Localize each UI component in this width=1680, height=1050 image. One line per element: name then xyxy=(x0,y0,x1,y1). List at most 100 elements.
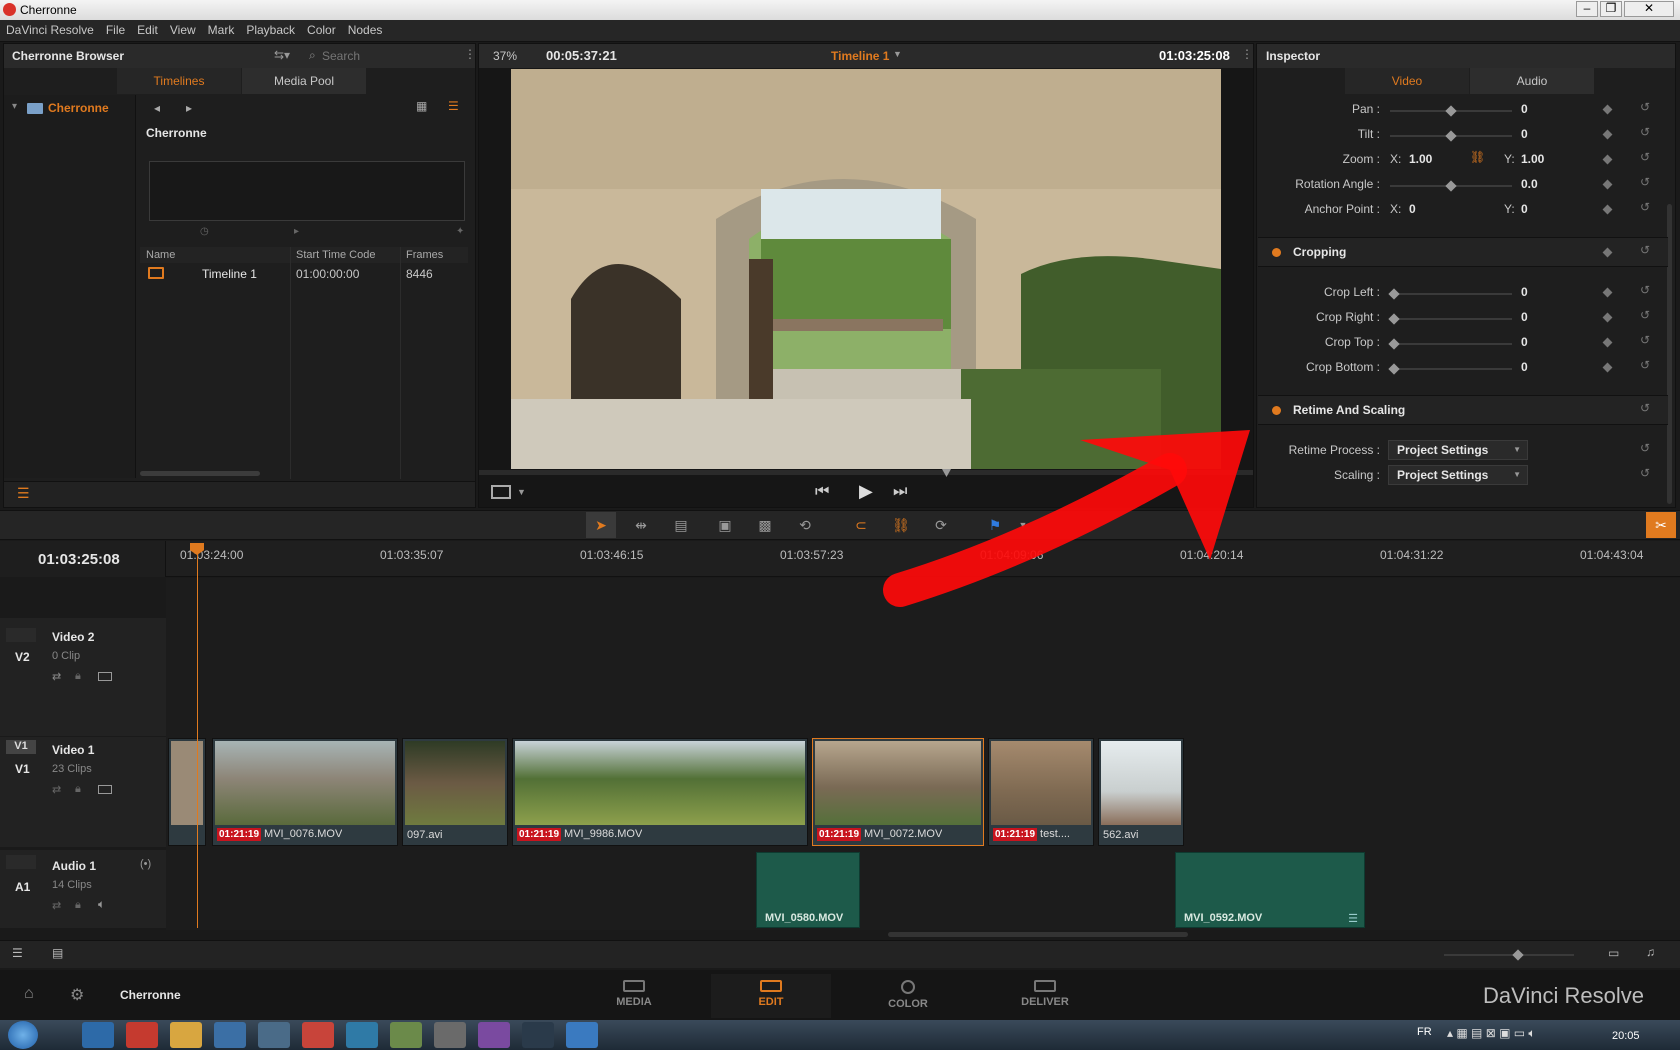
reset-icon[interactable]: ↺ xyxy=(1640,200,1650,214)
track-name-v1[interactable]: Video 1 xyxy=(52,743,94,757)
audio-clip[interactable]: MVI_0592.MOV ☰ xyxy=(1175,852,1365,928)
reset-icon[interactable]: ↺ xyxy=(1640,150,1650,164)
reset-icon[interactable]: ↺ xyxy=(1640,100,1650,114)
horizontal-scrollbar[interactable] xyxy=(140,471,260,476)
back-icon[interactable]: ◂ xyxy=(154,101,160,115)
menu-file[interactable]: File xyxy=(100,20,131,40)
track-name-a1[interactable]: Audio 1 xyxy=(52,859,96,873)
anchor-y-value[interactable]: 0 xyxy=(1521,202,1528,216)
reset-icon[interactable]: ↺ xyxy=(1640,333,1650,347)
audio-mode-icon[interactable]: (•) xyxy=(140,858,151,870)
timeline-list-icon[interactable]: ☰ xyxy=(12,946,23,960)
more-options-icon[interactable]: ⋮ xyxy=(1241,47,1253,61)
menu-mark[interactable]: Mark xyxy=(202,20,241,40)
crop-right-value[interactable]: 0 xyxy=(1521,310,1528,324)
page-edit-button[interactable]: EDIT xyxy=(711,974,831,1018)
taskbar-app-icon[interactable] xyxy=(478,1022,510,1048)
reset-icon[interactable]: ↺ xyxy=(1640,441,1650,455)
track-visibility-icon[interactable] xyxy=(98,785,112,794)
minimize-button[interactable]: – xyxy=(1576,1,1598,17)
clip-menu-icon[interactable]: ☰ xyxy=(1348,912,1358,925)
taskbar-app-icon[interactable] xyxy=(346,1022,378,1048)
taskbar-lightroom-icon[interactable] xyxy=(522,1022,554,1048)
page-color-button[interactable]: COLOR xyxy=(848,974,968,1018)
browser-search-input[interactable] xyxy=(322,47,462,65)
lock-icon[interactable]: 🔒︎ xyxy=(75,783,81,796)
zoom-x-value[interactable]: 1.00 xyxy=(1409,152,1432,166)
sort-icon[interactable]: ⇆▾ xyxy=(274,48,290,62)
menu-davinci[interactable]: DaVinci Resolve xyxy=(0,20,100,40)
gear-icon[interactable]: ⚙ xyxy=(70,985,84,1005)
crop-left-value[interactable]: 0 xyxy=(1521,285,1528,299)
taskbar-media-icon[interactable] xyxy=(214,1022,246,1048)
insert-icon[interactable]: ▣ xyxy=(715,517,735,533)
reset-icon[interactable]: ↺ xyxy=(1640,358,1650,372)
viewer-zoom[interactable]: 37% xyxy=(493,49,517,63)
menu-playback[interactable]: Playback xyxy=(240,20,301,40)
track-id-badge[interactable]: V1 xyxy=(6,740,36,754)
taskbar-resolve-icon[interactable] xyxy=(302,1022,334,1048)
timeline-h-scrollbar[interactable] xyxy=(888,932,1188,937)
section-enabled-icon[interactable] xyxy=(1272,248,1281,257)
chevron-down-icon[interactable]: ▼ xyxy=(893,49,902,59)
auto-select-icon[interactable]: ⇄ xyxy=(52,783,61,796)
crop-left-slider[interactable] xyxy=(1388,288,1512,300)
menu-nodes[interactable]: Nodes xyxy=(342,20,389,40)
link-icon[interactable]: ⛓ xyxy=(1470,150,1485,164)
home-icon[interactable]: ⌂ xyxy=(24,985,34,1003)
forward-icon[interactable]: ▸ xyxy=(186,101,192,115)
music-note-icon[interactable]: ♫ xyxy=(1646,945,1655,959)
list-toggle-icon[interactable]: ☰ xyxy=(17,485,30,502)
playhead-line[interactable] xyxy=(197,545,198,928)
page-media-button[interactable]: MEDIA xyxy=(574,974,694,1018)
scaling-select[interactable]: Project Settings ▼ xyxy=(1388,465,1528,485)
page-deliver-button[interactable]: DELIVER xyxy=(985,974,1105,1018)
tilt-value[interactable]: 0 xyxy=(1521,127,1528,141)
blade-icon[interactable]: ▤ xyxy=(671,517,691,533)
crop-top-slider[interactable] xyxy=(1388,338,1512,350)
trim-icon[interactable]: ⇹ xyxy=(631,517,651,533)
pan-value[interactable]: 0 xyxy=(1521,102,1528,116)
taskbar-app-icon[interactable] xyxy=(434,1022,466,1048)
tab-video[interactable]: Video xyxy=(1345,68,1469,94)
taskbar-language[interactable]: FR xyxy=(1417,1026,1432,1038)
video-clip[interactable]: 562.avi xyxy=(1098,738,1184,846)
chevron-down-icon[interactable]: ▾ xyxy=(12,101,17,112)
video-clip[interactable]: 01:21:19 MVI_0076.MOV xyxy=(212,738,398,846)
reset-icon[interactable]: ↺ xyxy=(1640,401,1650,415)
track-visibility-icon[interactable] xyxy=(98,672,112,681)
fit-icon[interactable] xyxy=(491,485,511,499)
start-button[interactable] xyxy=(8,1021,38,1049)
chevron-down-icon[interactable]: ▼ xyxy=(517,487,526,497)
crop-right-slider[interactable] xyxy=(1388,313,1512,325)
taskbar-explorer-icon[interactable] xyxy=(170,1022,202,1048)
reset-icon[interactable]: ↺ xyxy=(1640,283,1650,297)
maximize-button[interactable]: ❐ xyxy=(1600,1,1622,17)
timeline-selector[interactable]: Timeline 1 xyxy=(831,49,889,63)
crop-bottom-value[interactable]: 0 xyxy=(1521,360,1528,374)
grid-view-icon[interactable]: ▦ xyxy=(416,99,427,113)
crop-top-value[interactable]: 0 xyxy=(1521,335,1528,349)
reset-icon[interactable]: ↺ xyxy=(1640,466,1650,480)
reset-icon[interactable]: ↺ xyxy=(1640,125,1650,139)
crop-bottom-slider[interactable] xyxy=(1388,363,1512,375)
zoom-y-value[interactable]: 1.00 xyxy=(1521,152,1544,166)
tab-audio[interactable]: Audio xyxy=(1470,68,1594,94)
track-height-icon[interactable]: ▭ xyxy=(1608,946,1619,960)
skip-back-icon[interactable]: ⏮ xyxy=(815,483,829,501)
auto-select-icon[interactable]: ⇄ xyxy=(52,670,61,683)
video-clip[interactable] xyxy=(168,738,206,846)
reset-icon[interactable]: ↺ xyxy=(1640,175,1650,189)
taskbar-app-icon[interactable] xyxy=(390,1022,422,1048)
tilt-slider[interactable] xyxy=(1390,130,1512,142)
taskbar-chrome-icon[interactable] xyxy=(126,1022,158,1048)
zoom-slider[interactable] xyxy=(1444,949,1574,961)
audio-clip[interactable]: MVI_0580.MOV xyxy=(756,852,860,928)
close-button[interactable]: ✕ xyxy=(1624,1,1674,17)
pan-slider[interactable] xyxy=(1390,105,1512,117)
reset-icon[interactable]: ↺ xyxy=(1640,308,1650,322)
reset-icon[interactable]: ↺ xyxy=(1640,243,1650,257)
tab-media-pool[interactable]: Media Pool xyxy=(242,68,366,94)
retime-process-select[interactable]: Project Settings ▼ xyxy=(1388,440,1528,460)
video-clip[interactable]: 01:21:19 MVI_9986.MOV xyxy=(512,738,808,846)
